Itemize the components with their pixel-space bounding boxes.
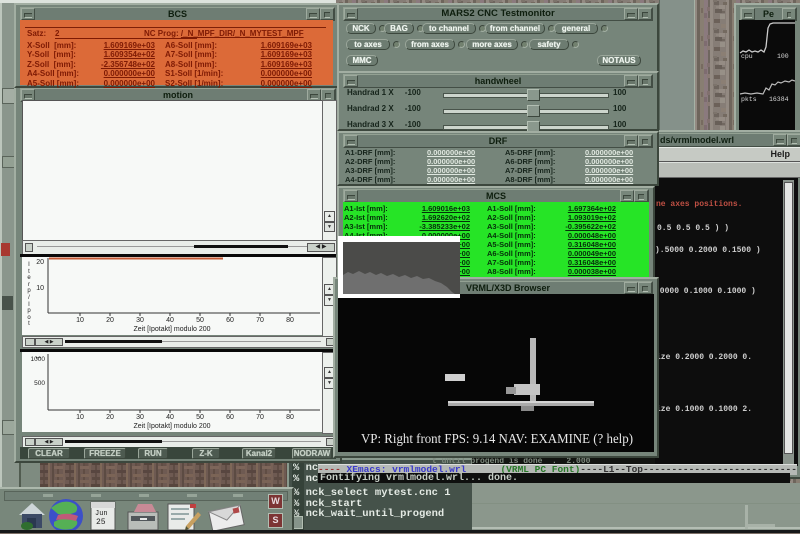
svg-text:cpu: cpu xyxy=(741,53,753,60)
svg-text:60: 60 xyxy=(226,414,234,421)
svg-text:VP: Right front FPS: 9.14: VP: Right front FPS: 9.14 NAV: EXAMINE (… xyxy=(361,431,633,446)
svg-text:20: 20 xyxy=(106,317,114,324)
svg-text:60: 60 xyxy=(226,317,234,324)
svg-text:10: 10 xyxy=(76,414,84,421)
svg-text:80: 80 xyxy=(286,414,294,421)
svg-text:10: 10 xyxy=(36,285,44,292)
svg-text:70: 70 xyxy=(256,317,264,324)
svg-text:50: 50 xyxy=(196,317,204,324)
svg-text:50: 50 xyxy=(196,414,204,421)
svg-text:pkts: pkts xyxy=(741,96,757,103)
svg-text:100: 100 xyxy=(777,53,789,60)
svg-text:70: 70 xyxy=(256,414,264,421)
svg-text:20: 20 xyxy=(106,414,114,421)
svg-text:Jun: Jun xyxy=(95,510,108,518)
svg-text:Zeit [Ipotakt] modulo 200: Zeit [Ipotakt] modulo 200 xyxy=(133,326,210,333)
svg-text:40: 40 xyxy=(166,317,174,324)
svg-text:30: 30 xyxy=(136,414,144,421)
svg-text:16384: 16384 xyxy=(769,96,789,103)
svg-text:40: 40 xyxy=(166,414,174,421)
svg-text:Zeit [Ipotakt] modulo 200: Zeit [Ipotakt] modulo 200 xyxy=(133,423,210,430)
svg-text:25: 25 xyxy=(96,518,106,527)
svg-text:80: 80 xyxy=(286,317,294,324)
svg-text:20: 20 xyxy=(36,259,44,266)
svg-text:10: 10 xyxy=(76,317,84,324)
svg-text:30: 30 xyxy=(136,317,144,324)
svg-text:500: 500 xyxy=(34,380,45,387)
